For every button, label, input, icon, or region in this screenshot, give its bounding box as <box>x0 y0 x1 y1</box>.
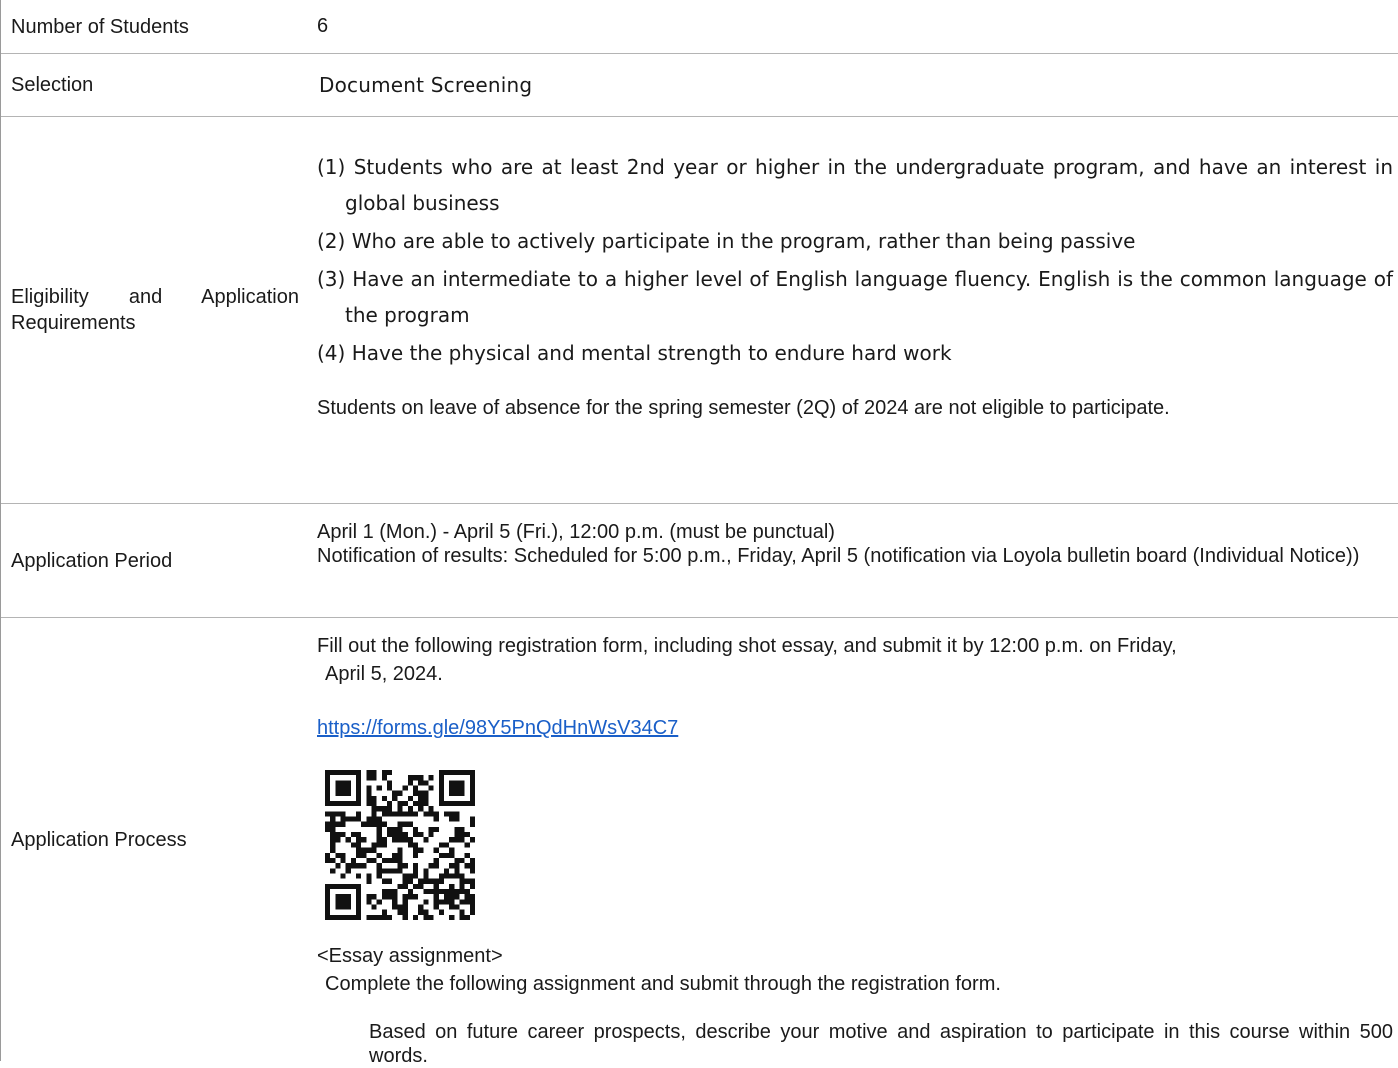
row-number-of-students: Number of Students 6 <box>1 0 1398 54</box>
row-application-period: Application Period April 1 (Mon.) - Apri… <box>1 504 1398 618</box>
qr-code-icon <box>317 742 1393 928</box>
period-content: April 1 (Mon.) - April 5 (Fri.), 12:00 p… <box>309 504 1398 617</box>
selection-method: Document Screening <box>319 73 533 97</box>
qr-code-graphic <box>325 770 475 920</box>
essay-instruction: Complete the following assignment and su… <box>325 973 1001 995</box>
program-info-table: Number of Students 6 Selection Document … <box>0 0 1398 1067</box>
process-content: Fill out the following registration form… <box>309 618 1398 1067</box>
process-intro-line: Fill out the following registration form… <box>317 635 1177 657</box>
row-eligibility: Eligibility and Application Requirements… <box>1 117 1398 504</box>
eligibility-item: (2) Who are able to actively participate… <box>317 229 1136 253</box>
row-selection: Selection Document Screening <box>1 54 1398 117</box>
row-label: Selection <box>11 74 94 96</box>
process-intro: Fill out the following registration form… <box>317 632 1393 688</box>
results-notification: Notification of results: Scheduled for 5… <box>317 545 1360 567</box>
eligibility-item: (1) Students who are at least 2nd year o… <box>317 155 1393 215</box>
process-intro-line: April 5, 2024. <box>325 663 443 685</box>
row-label: Number of Students <box>11 15 189 38</box>
row-application-process: Application Process Fill out the followi… <box>1 618 1398 1067</box>
eligibility-item: (3) Have an intermediate to a higher lev… <box>317 267 1393 327</box>
eligibility-note: Students on leave of absence for the spr… <box>317 397 1170 419</box>
row-label: Application Process <box>11 828 187 851</box>
students-count: 6 <box>317 15 329 37</box>
registration-form-link[interactable]: https://forms.gle/98Y5PnQdHnWsV34C7 <box>317 714 678 742</box>
row-label: Application Period <box>11 549 173 572</box>
eligibility-content: (1) Students who are at least 2nd year o… <box>309 117 1398 503</box>
eligibility-item: (4) Have the physical and mental strengt… <box>317 341 952 365</box>
period-dates: April 1 (Mon.) - April 5 (Fri.), 12:00 p… <box>317 521 835 543</box>
row-label: Eligibility and Application Requirements <box>11 286 299 334</box>
essay-heading: <Essay assignment> <box>317 945 503 967</box>
